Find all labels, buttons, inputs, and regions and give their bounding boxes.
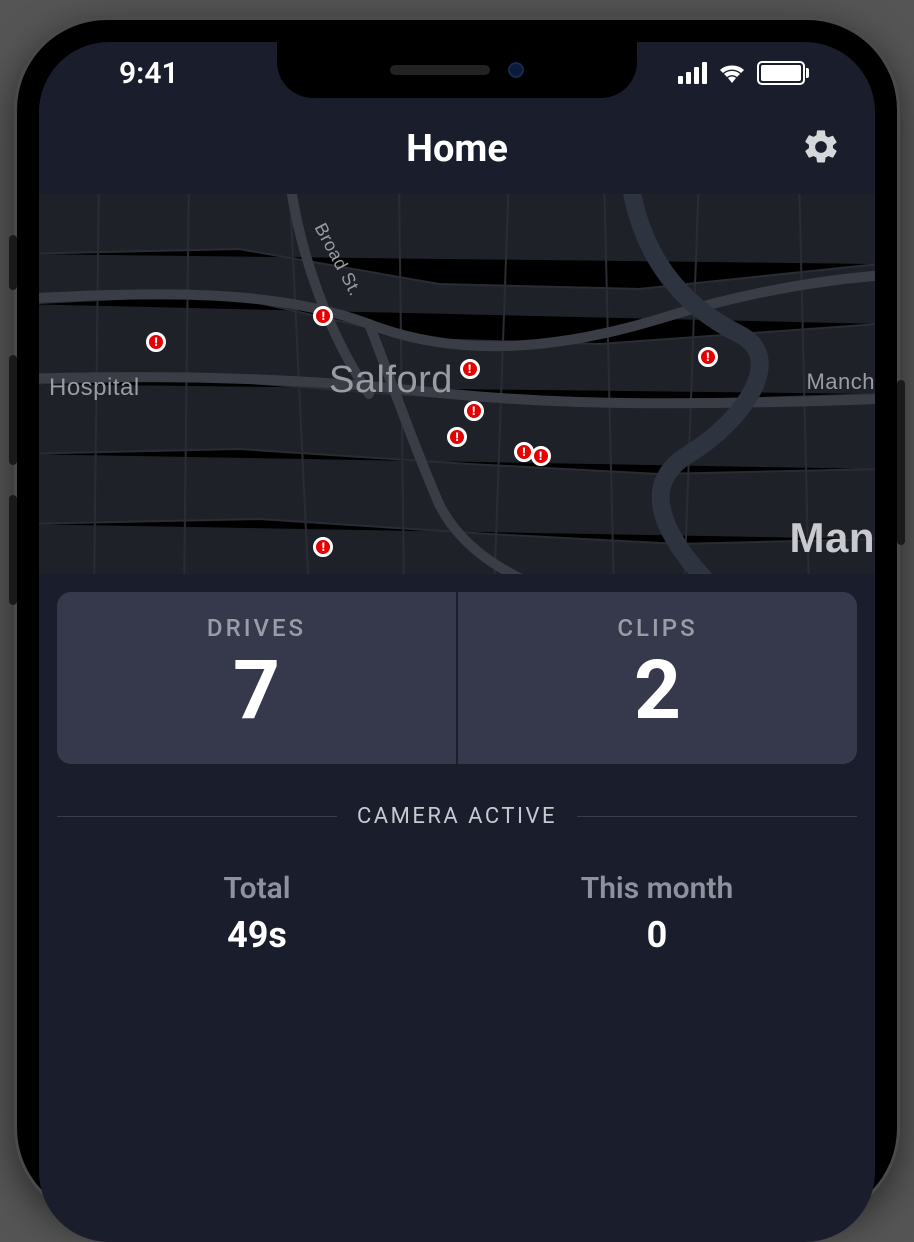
drives-card[interactable]: DRIVES 7 bbox=[57, 592, 456, 764]
map[interactable]: Broad St. Hospital Salford Manch Man !!!… bbox=[39, 194, 875, 574]
divider-line bbox=[57, 816, 337, 817]
speaker bbox=[390, 65, 490, 75]
map-pin[interactable]: ! bbox=[146, 332, 166, 352]
map-label-hospital: Hospital bbox=[49, 374, 140, 402]
camera-total-value: 49s bbox=[57, 914, 457, 956]
status-time: 9:41 bbox=[119, 56, 179, 91]
power-button bbox=[897, 380, 905, 545]
stat-cards: DRIVES 7 CLIPS 2 bbox=[39, 574, 875, 782]
map-pin[interactable]: ! bbox=[460, 359, 480, 379]
cellular-signal-icon bbox=[678, 62, 707, 84]
status-icons bbox=[678, 61, 805, 85]
drives-value: 7 bbox=[67, 646, 446, 736]
camera-active-header: CAMERA ACTIVE bbox=[39, 782, 875, 841]
silent-switch bbox=[9, 235, 17, 290]
screen: 9:41 Home bbox=[39, 42, 875, 1242]
map-pin[interactable]: ! bbox=[531, 446, 551, 466]
clips-card[interactable]: CLIPS 2 bbox=[458, 592, 857, 764]
map-label-man: Man bbox=[790, 514, 876, 562]
map-pin[interactable]: ! bbox=[447, 427, 467, 447]
map-label-manch: Manch bbox=[806, 369, 875, 395]
camera-this-month: This month 0 bbox=[457, 871, 857, 956]
map-pin[interactable]: ! bbox=[464, 401, 484, 421]
page-title: Home bbox=[406, 127, 508, 171]
section-title: CAMERA ACTIVE bbox=[357, 804, 557, 829]
phone-frame: 9:41 Home bbox=[17, 20, 897, 1218]
camera-month-value: 0 bbox=[457, 914, 857, 956]
settings-button[interactable] bbox=[801, 127, 841, 171]
drives-label: DRIVES bbox=[67, 614, 446, 642]
clips-label: CLIPS bbox=[468, 614, 847, 642]
camera-month-label: This month bbox=[457, 871, 857, 906]
clips-value: 2 bbox=[468, 646, 847, 736]
map-pin[interactable]: ! bbox=[313, 306, 333, 326]
map-roads bbox=[39, 194, 875, 574]
map-pin[interactable]: ! bbox=[313, 537, 333, 557]
volume-down-button bbox=[9, 495, 17, 605]
camera-active-stats: Total 49s This month 0 bbox=[39, 841, 875, 966]
notch bbox=[277, 42, 637, 98]
wifi-icon bbox=[717, 62, 747, 84]
divider-line bbox=[577, 816, 857, 817]
battery-icon bbox=[757, 61, 805, 85]
camera-total: Total 49s bbox=[57, 871, 457, 956]
map-label-salford: Salford bbox=[329, 359, 453, 402]
camera-total-label: Total bbox=[57, 871, 457, 906]
gear-icon bbox=[801, 127, 841, 167]
nav-bar: Home bbox=[39, 104, 875, 194]
front-camera bbox=[508, 62, 524, 78]
volume-up-button bbox=[9, 355, 17, 465]
map-pin[interactable]: ! bbox=[698, 347, 718, 367]
